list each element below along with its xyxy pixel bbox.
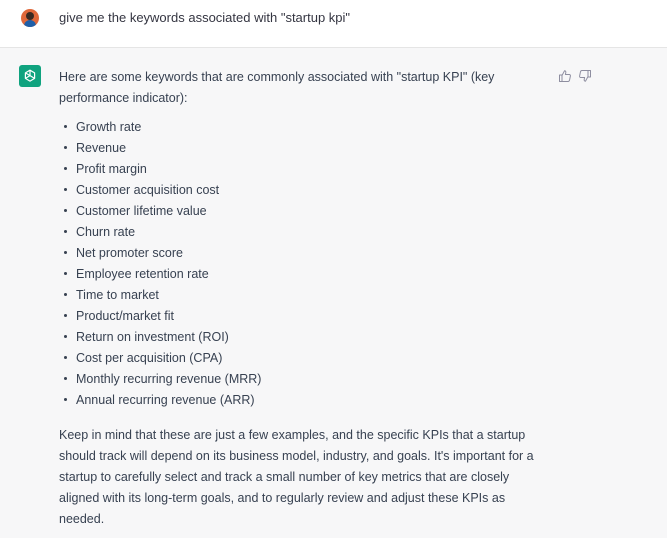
list-item: Revenue <box>59 138 549 159</box>
thumbs-up-icon[interactable] <box>558 69 572 83</box>
list-item: Churn rate <box>59 222 549 243</box>
list-item: Profit margin <box>59 159 549 180</box>
user-avatar <box>21 9 39 27</box>
assistant-response: Here are some keywords that are commonly… <box>59 67 549 530</box>
keyword-text: Churn rate <box>76 225 136 239</box>
bullet-dot <box>64 167 67 170</box>
keyword-text: Product/market fit <box>76 309 174 323</box>
bullet-dot <box>64 377 67 380</box>
keyword-text: Cost per acquisition (CPA) <box>76 351 223 365</box>
bullet-dot <box>64 125 67 128</box>
keyword-text: Growth rate <box>76 120 142 134</box>
keyword-text: Annual recurring revenue (ARR) <box>76 393 255 407</box>
list-item: Growth rate <box>59 117 549 138</box>
bullet-dot <box>64 146 67 149</box>
keyword-text: Net promoter score <box>76 246 183 260</box>
keyword-text: Revenue <box>76 141 127 155</box>
keyword-text: Profit margin <box>76 162 147 176</box>
user-message-row: give me the keywords associated with "st… <box>0 0 667 48</box>
chatgpt-logo-glyph <box>24 69 36 82</box>
list-item: Monthly recurring revenue (MRR) <box>59 369 549 390</box>
keyword-text: Return on investment (ROI) <box>76 330 229 344</box>
keyword-text: Employee retention rate <box>76 267 209 281</box>
keyword-list: Growth rate Revenue Profit margin Custom… <box>59 117 549 411</box>
bullet-dot <box>64 251 67 254</box>
assistant-message-row: Here are some keywords that are commonly… <box>0 48 667 538</box>
response-outro: Keep in mind that these are just a few e… <box>59 428 534 526</box>
user-message-text: give me the keywords associated with "st… <box>59 10 351 25</box>
list-item: Cost per acquisition (CPA) <box>59 348 549 369</box>
list-item: Customer acquisition cost <box>59 180 549 201</box>
response-intro: Here are some keywords that are commonly… <box>59 70 495 105</box>
list-item: Time to market <box>59 285 549 306</box>
keyword-text: Customer acquisition cost <box>76 183 220 197</box>
list-item: Customer lifetime value <box>59 201 549 222</box>
bullet-dot <box>64 188 67 191</box>
bullet-dot <box>64 272 67 275</box>
list-item: Net promoter score <box>59 243 549 264</box>
avatar-body <box>24 20 36 27</box>
bullet-dot <box>64 293 67 296</box>
thumbs-down-icon[interactable] <box>578 69 592 83</box>
chatgpt-logo-icon <box>19 65 41 87</box>
avatar-head <box>26 12 34 20</box>
list-item: Return on investment (ROI) <box>59 327 549 348</box>
keyword-text: Time to market <box>76 288 159 302</box>
thumbs-up-glyph <box>559 70 571 82</box>
keyword-text: Customer lifetime value <box>76 204 207 218</box>
feedback-buttons <box>558 69 592 83</box>
thumbs-down-glyph <box>579 70 591 82</box>
bullet-dot <box>64 209 67 212</box>
bullet-dot <box>64 335 67 338</box>
bullet-dot <box>64 398 67 401</box>
bullet-dot <box>64 314 67 317</box>
list-item: Employee retention rate <box>59 264 549 285</box>
list-item: Annual recurring revenue (ARR) <box>59 390 549 411</box>
keyword-text: Monthly recurring revenue (MRR) <box>76 372 262 386</box>
list-item: Product/market fit <box>59 306 549 327</box>
bullet-dot <box>64 230 67 233</box>
bullet-dot <box>64 356 67 359</box>
